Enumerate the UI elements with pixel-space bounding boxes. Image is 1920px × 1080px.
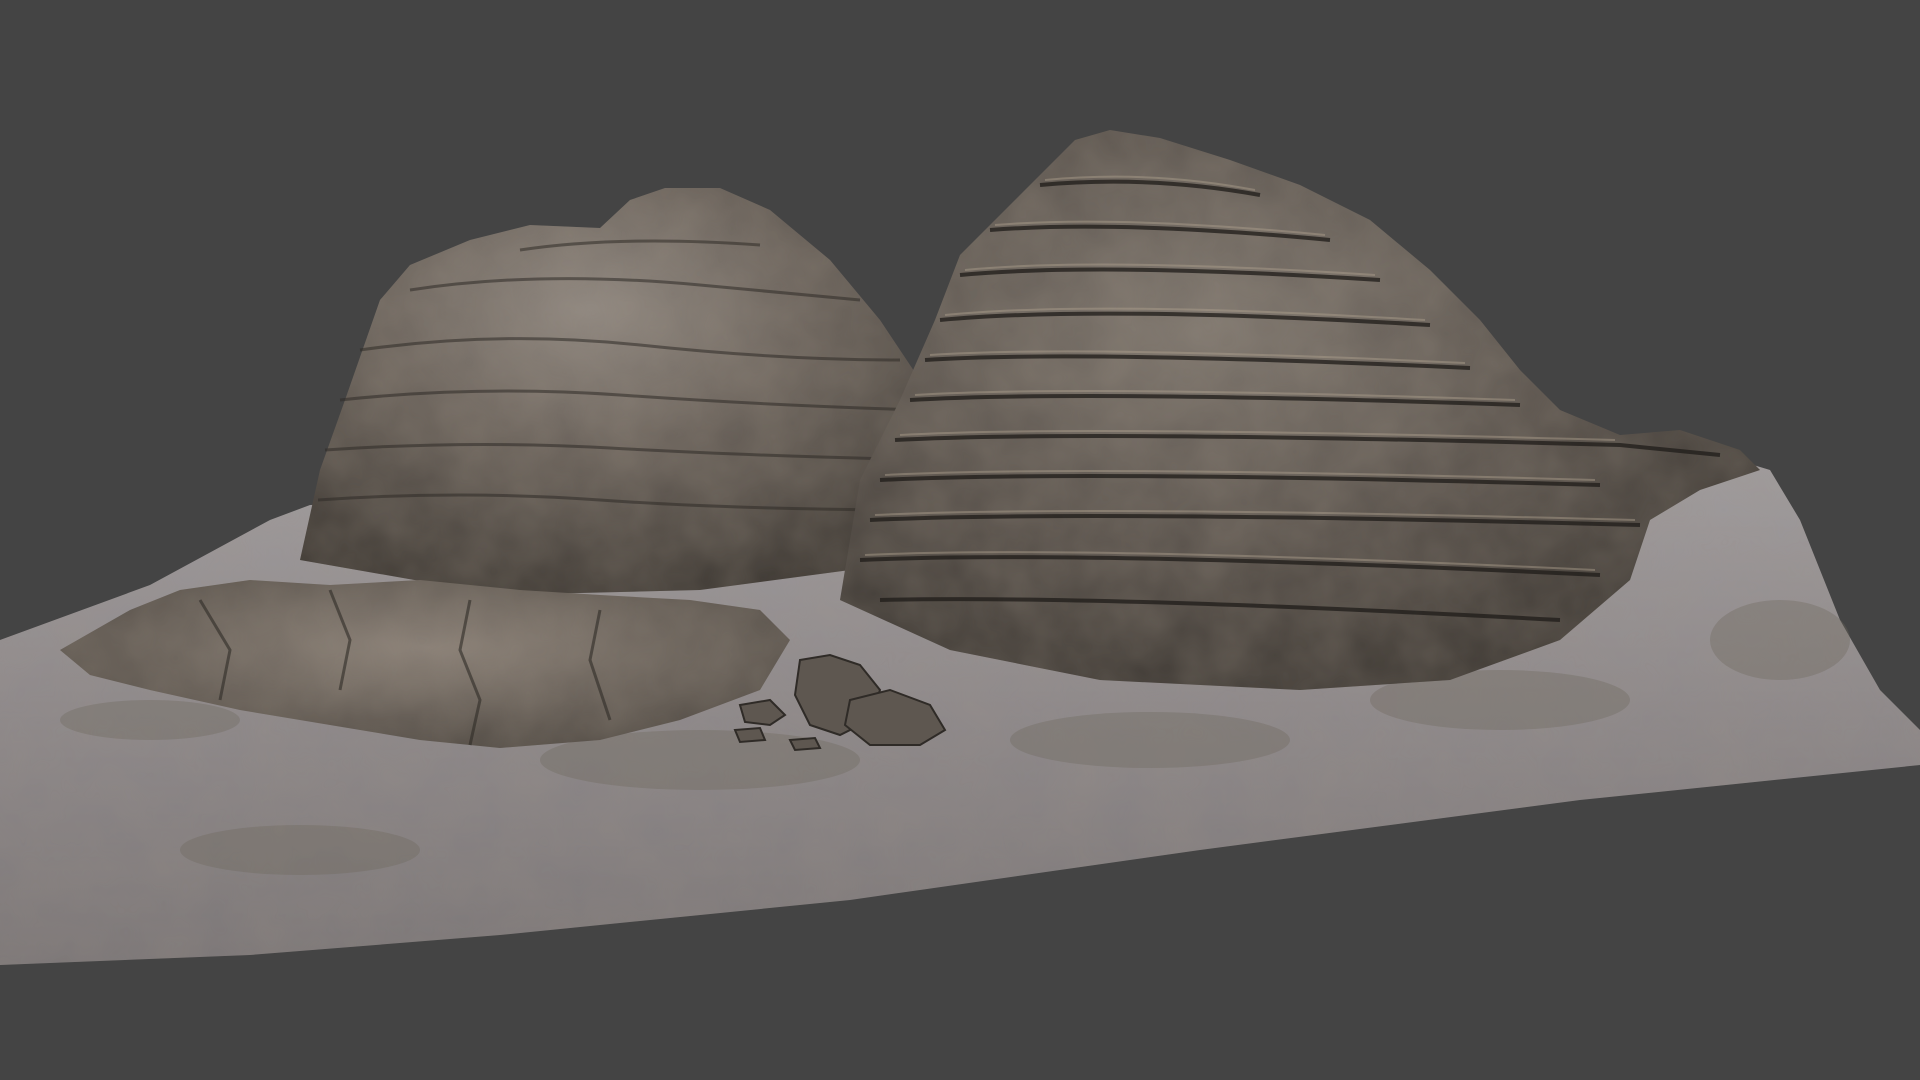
left-rock-texture — [300, 188, 945, 595]
rock-terrain-render — [0, 130, 1920, 965]
3d-viewport[interactable] — [0, 0, 1920, 1080]
